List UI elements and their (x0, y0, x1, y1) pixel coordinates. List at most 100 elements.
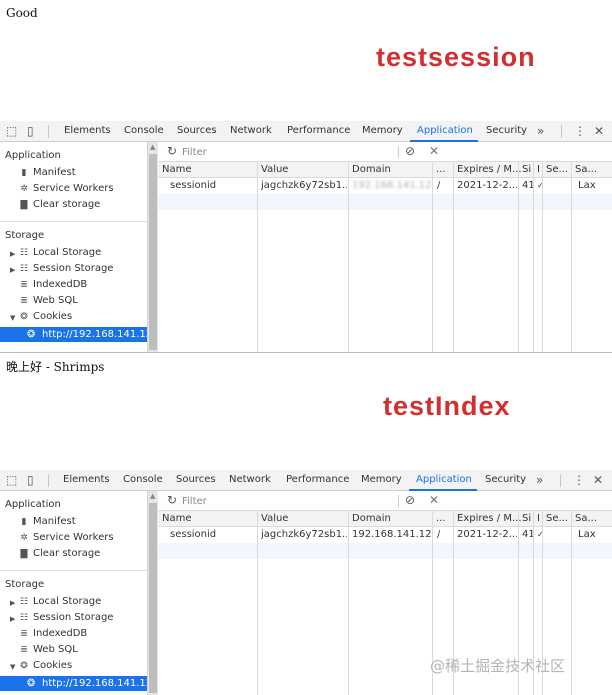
file-icon: ▮ (21, 517, 27, 527)
table-row[interactable]: sessionid jagchzk6y72sb1... 192.168.141.… (158, 178, 612, 194)
database-icon: ≣ (20, 645, 28, 655)
tab-performance[interactable]: Performance (287, 125, 350, 136)
table-row[interactable]: sessionid jagchzk6y72sb1... 192.168.141.… (158, 527, 612, 543)
expand-arrow-icon[interactable]: ▶ (10, 599, 15, 607)
sidebar-item-session-storage[interactable]: ☷ Session Storage (18, 263, 114, 274)
filter-input[interactable] (182, 145, 382, 159)
more-tabs-icon[interactable]: » (536, 473, 543, 487)
expand-arrow-icon[interactable]: ▶ (10, 266, 15, 274)
sidebar-item-service-workers[interactable]: ✲ Service Workers (18, 532, 113, 543)
col-size[interactable]: Si (522, 513, 531, 524)
delete-selected-icon[interactable]: ✕ (429, 144, 439, 158)
col-value[interactable]: Value (261, 513, 288, 524)
col-name[interactable]: Name (162, 513, 192, 524)
cookie-table-area: ↻ ⊘ ✕ Name Value Domain ... Expires / M.… (158, 142, 612, 352)
cell-path: / (437, 529, 441, 540)
sidebar-scrollbar[interactable]: ▲ (147, 491, 158, 695)
sidebar-item-service-workers[interactable]: ✲ Service Workers (18, 183, 113, 194)
col-domain[interactable]: Domain (352, 513, 391, 524)
sidebar-item-web-sql[interactable]: ≣ Web SQL (18, 644, 78, 655)
col-name[interactable]: Name (162, 164, 192, 175)
page-content: 晚上好 - Shrimps testIndex (0, 353, 612, 470)
tab-performance[interactable]: Performance (286, 474, 349, 485)
sidebar-item-cookie-origin[interactable]: ❂http://192.168.141.129: (0, 676, 147, 691)
tab-memory[interactable]: Memory (362, 125, 403, 136)
tab-console[interactable]: Console (124, 125, 164, 136)
sidebar-item-session-storage[interactable]: ☷ Session Storage (18, 612, 114, 623)
tab-network[interactable]: Network (230, 125, 272, 136)
col-domain[interactable]: Domain (352, 164, 391, 175)
col-httponly[interactable]: I (537, 513, 540, 524)
trash-icon: ▇ (20, 200, 28, 210)
col-samesite[interactable]: Sa... (575, 513, 597, 524)
sidebar-item-web-sql[interactable]: ≣ Web SQL (18, 295, 78, 306)
watermark: @稀土掘金技术社区 (430, 657, 566, 675)
menu-icon[interactable]: ⋮ (574, 124, 586, 138)
col-secure[interactable]: Se... (546, 164, 568, 175)
filter-input[interactable] (182, 494, 382, 508)
sidebar-item-manifest[interactable]: ▮ Manifest (18, 167, 76, 178)
col-expires[interactable]: Expires / M... (457, 164, 522, 175)
clear-all-icon[interactable]: ⊘ (405, 493, 415, 507)
sidebar-section-application: Application (5, 499, 61, 510)
delete-selected-icon[interactable]: ✕ (429, 493, 439, 507)
tab-security[interactable]: Security (486, 125, 527, 136)
sidebar-item-indexeddb[interactable]: ≣ IndexedDB (18, 628, 87, 639)
col-path[interactable]: ... (436, 513, 446, 524)
tab-application[interactable]: Application (417, 125, 473, 136)
tab-elements[interactable]: Elements (63, 474, 110, 485)
col-expires[interactable]: Expires / M... (457, 513, 522, 524)
inspect-icon[interactable]: ⬚ (6, 473, 17, 487)
cell-domain: 192.168.141.129 (352, 529, 432, 540)
close-icon[interactable]: ✕ (593, 473, 603, 487)
col-secure[interactable]: Se... (546, 513, 568, 524)
devtools-panel: ⬚ ▯ Elements Console Sources Network Per… (0, 121, 612, 352)
sidebar-item-local-storage[interactable]: ☷ Local Storage (18, 596, 101, 607)
sidebar-item-local-storage[interactable]: ☷ Local Storage (18, 247, 101, 258)
collapse-arrow-icon[interactable]: ▼ (10, 663, 15, 671)
col-size[interactable]: Si (522, 164, 531, 175)
database-icon: ≣ (20, 296, 28, 306)
expand-arrow-icon[interactable]: ▶ (10, 250, 15, 258)
browser-panel-bottom: 晚上好 - Shrimps testIndex ⬚ ▯ Elements Con… (0, 352, 612, 695)
sidebar-item-manifest[interactable]: ▮ Manifest (18, 516, 76, 527)
more-tabs-icon[interactable]: » (537, 124, 544, 138)
clear-all-icon[interactable]: ⊘ (405, 144, 415, 158)
col-path[interactable]: ... (436, 164, 446, 175)
sidebar-item-indexeddb[interactable]: ≣ IndexedDB (18, 279, 87, 290)
file-icon: ▮ (21, 168, 27, 178)
device-toggle-icon[interactable]: ▯ (27, 124, 34, 138)
col-value[interactable]: Value (261, 164, 288, 175)
tab-memory[interactable]: Memory (361, 474, 402, 485)
refresh-icon[interactable]: ↻ (167, 493, 177, 507)
tab-security[interactable]: Security (485, 474, 526, 485)
table-empty-row (158, 543, 612, 559)
tab-sources[interactable]: Sources (176, 474, 216, 485)
tab-application[interactable]: Application (416, 474, 472, 485)
tab-network[interactable]: Network (229, 474, 271, 485)
tab-sources[interactable]: Sources (177, 125, 217, 136)
collapse-arrow-icon[interactable]: ▼ (10, 314, 15, 322)
sidebar-scrollbar[interactable]: ▲ (147, 142, 158, 352)
cell-name: sessionid (170, 529, 217, 540)
sidebar-item-cookie-origin[interactable]: ❂http://192.168.141.129: (0, 327, 147, 342)
device-toggle-icon[interactable]: ▯ (27, 473, 34, 487)
tab-elements[interactable]: Elements (64, 125, 111, 136)
cell-name: sessionid (170, 180, 217, 191)
inspect-icon[interactable]: ⬚ (6, 124, 17, 138)
col-samesite[interactable]: Sa... (575, 164, 597, 175)
sidebar-section-application: Application (5, 150, 61, 161)
cookie-icon: ❂ (27, 329, 36, 340)
grid-icon: ☷ (19, 264, 29, 274)
page-text: Good (6, 6, 38, 20)
sidebar-item-cookies[interactable]: ❂ Cookies (18, 660, 72, 671)
tab-console[interactable]: Console (123, 474, 163, 485)
refresh-icon[interactable]: ↻ (167, 144, 177, 158)
sidebar-item-clear-storage[interactable]: ▇ Clear storage (18, 199, 101, 210)
menu-icon[interactable]: ⋮ (573, 473, 585, 487)
sidebar-item-clear-storage[interactable]: ▇ Clear storage (18, 548, 101, 559)
col-httponly[interactable]: I (537, 164, 540, 175)
sidebar-item-cookies[interactable]: ❂ Cookies (18, 311, 72, 322)
expand-arrow-icon[interactable]: ▶ (10, 615, 15, 623)
close-icon[interactable]: ✕ (594, 124, 604, 138)
